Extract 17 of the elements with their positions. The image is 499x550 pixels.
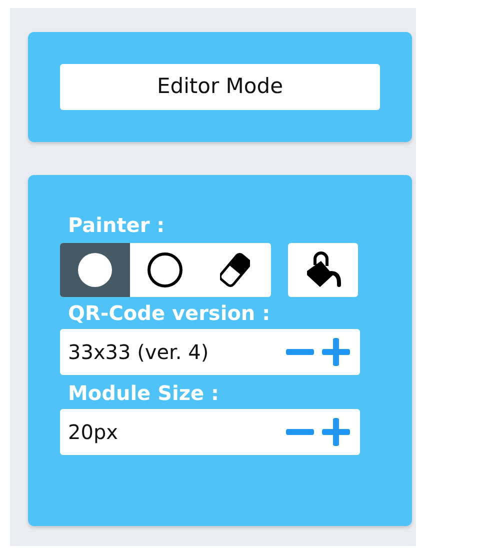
field-label: QR-Code version : [68, 301, 270, 325]
editor-mode-button[interactable]: Editor Mode [60, 64, 380, 110]
field-value: 33x33 (ver. 4) [68, 339, 210, 366]
field-label: Painter : [68, 213, 165, 237]
plus-icon [321, 337, 351, 367]
fill-button[interactable] [288, 243, 358, 297]
field-value: 20px [68, 419, 119, 446]
circle-icon [147, 252, 183, 288]
stepper-field[interactable]: 33x33 (ver. 4) [60, 329, 360, 375]
stepper-field[interactable]: 20px [60, 409, 360, 455]
minus-icon [285, 429, 315, 435]
minus-icon [285, 349, 315, 355]
painter-tool[interactable] [60, 243, 130, 297]
filled-circle-icon [77, 252, 113, 288]
field-label: Module Size : [68, 381, 220, 405]
eraser-icon [220, 252, 250, 288]
plus-icon [321, 417, 351, 447]
